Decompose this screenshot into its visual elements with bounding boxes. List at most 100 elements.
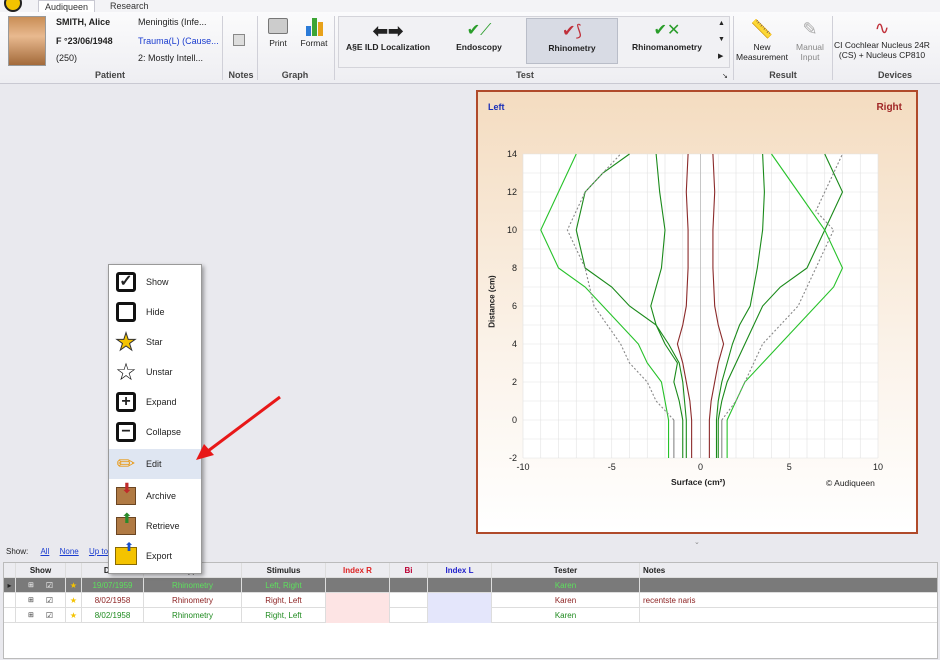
- cell-bi: [390, 607, 428, 623]
- show-filter-label: Show:: [6, 547, 29, 556]
- star-icon[interactable]: ★: [66, 577, 82, 593]
- checkbox-icon[interactable]: ☑: [46, 581, 53, 590]
- minus-icon: −: [116, 422, 136, 442]
- table-row[interactable]: ⊞ ☑ ★ 8/02/1958 Rhinometry Right, Left Ka…: [4, 607, 937, 623]
- show-checkbox[interactable]: ⊞ ☑: [16, 607, 66, 623]
- bar-chart-icon: [304, 16, 324, 36]
- splitter-handle[interactable]: ⌄: [694, 538, 700, 546]
- ruler-icon: 📏: [750, 19, 774, 39]
- test-label: A§E ILD Localization: [345, 42, 431, 52]
- manual-input-button[interactable]: ✎ Manual Input: [790, 16, 830, 62]
- menu-item-expand[interactable]: + Expand: [109, 387, 201, 417]
- divider: [222, 16, 223, 80]
- format-button[interactable]: Format: [298, 16, 330, 48]
- menu-item-hide[interactable]: Hide: [109, 297, 201, 327]
- menu-item-label: Expand: [146, 397, 177, 407]
- menu-item-label: Export: [146, 551, 173, 561]
- star-icon[interactable]: ★: [66, 607, 82, 623]
- new-measurement-button[interactable]: 📏 New Measurement: [736, 16, 788, 62]
- app-logo-icon[interactable]: [4, 0, 22, 12]
- tab-research[interactable]: Research: [104, 0, 155, 12]
- device-button[interactable]: ∿ CI Cochlear Nucleus 24R (CS) + Nucleus…: [834, 16, 930, 60]
- expand-icon[interactable]: ⊞: [28, 581, 34, 589]
- divider: [257, 16, 258, 80]
- gallery-scroll-up-icon[interactable]: ▲: [718, 20, 725, 27]
- header-index-l[interactable]: Index L: [428, 562, 492, 578]
- rhinometry-chart-panel: Left Right 14 12 10 8 6 4 2 0 -2 -10 -5 0 5 10 Distan…: [476, 90, 918, 534]
- cell-stimulus: Left, Right: [242, 577, 326, 593]
- show-all-link[interactable]: All: [40, 547, 49, 556]
- patient-condition-2[interactable]: Trauma(L) (Cause...: [138, 36, 219, 46]
- menu-item-show[interactable]: ✓ Show: [109, 267, 201, 297]
- rhinometry-icon: ✔⟆: [562, 23, 582, 40]
- device-label: CI Cochlear Nucleus 24R (CS) + Nucleus C…: [834, 40, 930, 60]
- row-selector: [4, 592, 16, 608]
- rhinometry-chart: 14121086420-2-10 -5 0 5 10: [507, 149, 883, 472]
- cell-notes: recentste naris: [643, 595, 696, 605]
- menu-item-label: Star: [146, 337, 163, 347]
- x-tick-label: 0: [698, 462, 703, 472]
- print-button[interactable]: Print: [264, 18, 292, 48]
- x-axis-label: Surface (cm²): [671, 477, 726, 487]
- menu-item-collapse[interactable]: − Collapse: [109, 417, 201, 447]
- group-label-devices: Devices: [877, 70, 913, 80]
- menu-item-edit[interactable]: ✏ Edit: [109, 449, 201, 479]
- test-endoscopy[interactable]: ✔⟋ Endoscopy: [440, 20, 518, 52]
- test-rhinometry[interactable]: ✔⟆ Rhinometry: [526, 18, 618, 64]
- export-folder-icon: ⬆: [112, 540, 140, 570]
- show-checkbox[interactable]: ⊞ ☑: [16, 592, 66, 608]
- dialog-launcher-icon[interactable]: ↘: [722, 72, 728, 80]
- menu-item-unstar[interactable]: ☆ Unstar: [109, 357, 201, 387]
- test-ild-localization[interactable]: ⬅➡ A§E ILD Localization: [340, 20, 436, 52]
- y-tick-label: 8: [512, 263, 517, 273]
- checkbox-icon[interactable]: ☑: [46, 596, 53, 605]
- gallery-expand-icon[interactable]: ▶: [718, 52, 723, 60]
- retrieve-box-icon: ⬆: [112, 510, 140, 540]
- print-label: Print: [269, 38, 287, 48]
- show-checkbox[interactable]: ⊞ ☑: [16, 577, 66, 593]
- header-show[interactable]: Show: [16, 562, 66, 578]
- expand-icon[interactable]: ⊞: [28, 611, 34, 619]
- header-index-r[interactable]: Index R: [326, 562, 390, 578]
- cell-tester: Karen: [492, 592, 640, 608]
- table-row[interactable]: ▸ ⊞ ☑ ★ 19/07/1959 Rhinometry Left, Right…: [4, 577, 937, 593]
- patient-condition-1[interactable]: Meningitis (Infe...: [138, 17, 207, 27]
- gallery-scroll-down-icon[interactable]: ▼: [718, 36, 725, 43]
- notes-icon[interactable]: [233, 34, 245, 46]
- table-row[interactable]: ⊞ ☑ ★ 8/02/1958 Rhinometry Right, Left Ka…: [4, 592, 937, 608]
- star-filled-icon: ★: [115, 328, 138, 356]
- header-notes[interactable]: Notes: [640, 563, 936, 578]
- expand-icon[interactable]: ⊞: [28, 596, 34, 604]
- menu-item-retrieve[interactable]: ⬆ Retrieve: [109, 510, 201, 541]
- checkbox-icon[interactable]: ☑: [46, 611, 53, 620]
- menu-item-export[interactable]: ⬆ Export: [109, 540, 201, 571]
- pencil-icon: ✎: [802, 19, 818, 39]
- checkbox-checked-icon: ✓: [116, 272, 136, 292]
- header-bi[interactable]: Bi: [390, 562, 428, 578]
- cell-bi: [390, 592, 428, 608]
- divider: [832, 16, 833, 80]
- x-tick-label: -5: [608, 462, 616, 472]
- y-tick-label: 14: [507, 149, 517, 159]
- menu-item-archive[interactable]: ⬇ Archive: [109, 480, 201, 511]
- cell-index-r: [326, 607, 390, 623]
- show-none-link[interactable]: None: [60, 547, 79, 556]
- row-selector-icon[interactable]: ▸: [4, 577, 16, 593]
- star-icon[interactable]: ★: [66, 592, 82, 608]
- header-tester[interactable]: Tester: [492, 562, 640, 578]
- group-label-patient: Patient: [94, 70, 125, 80]
- show-up-to-link[interactable]: Up to: [89, 547, 108, 556]
- plus-icon: +: [116, 392, 136, 412]
- patient-condition-3[interactable]: 2: Mostly Intell...: [138, 53, 203, 63]
- context-menu: ✓ Show Hide ★ Star ☆ Unstar + Expand − C…: [108, 264, 202, 574]
- copyright-label: © Audiqueen: [826, 478, 875, 488]
- cochlear-implant-icon: ∿: [874, 18, 890, 38]
- header-spacer: [4, 562, 16, 578]
- menu-item-star[interactable]: ★ Star: [109, 327, 201, 357]
- cell-stimulus: Right, Left: [242, 592, 326, 608]
- test-rhinomanometry[interactable]: ✔✕ Rhinomanometry: [622, 20, 712, 52]
- header-stimulus[interactable]: Stimulus: [242, 562, 326, 578]
- cell-type: Rhinometry: [144, 607, 242, 623]
- group-label-test: Test: [516, 70, 534, 80]
- arrows-icon: ⬅➡: [372, 21, 404, 41]
